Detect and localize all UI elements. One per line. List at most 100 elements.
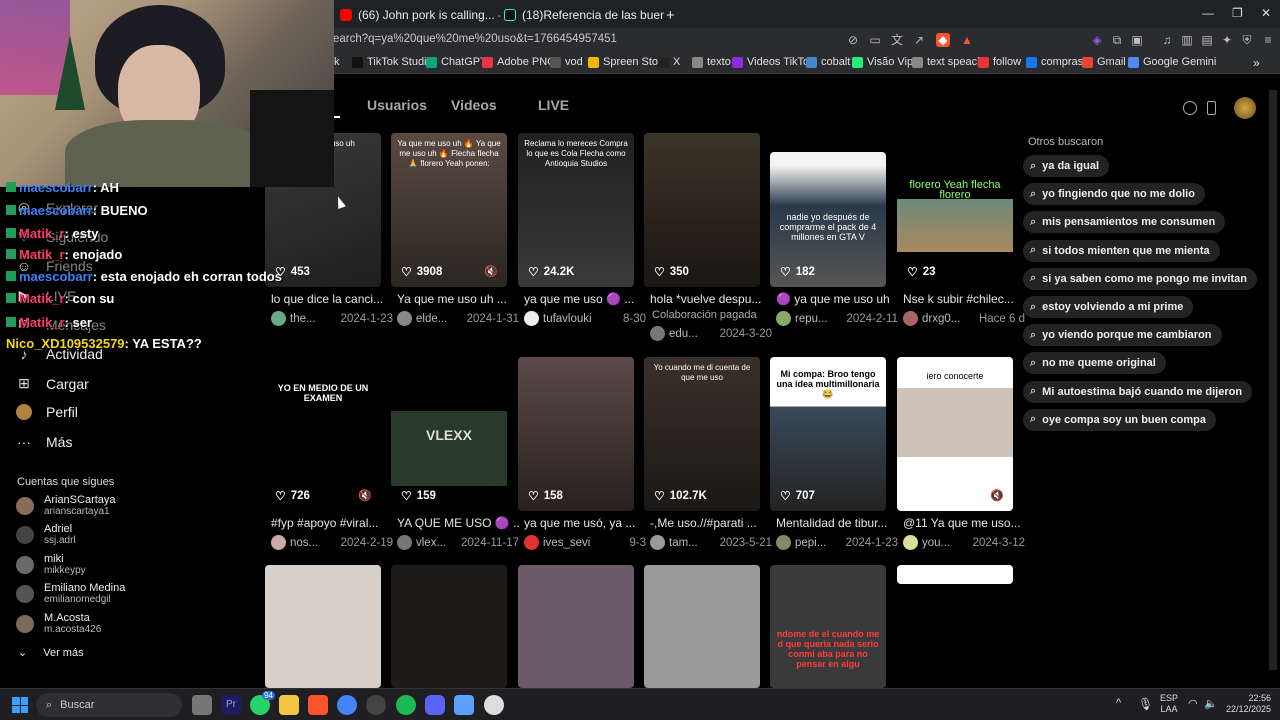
cast-icon[interactable]: ▭: [868, 33, 882, 47]
sidebar-item-perfil[interactable]: ● Perfil: [16, 404, 78, 420]
author-name[interactable]: pepi...: [795, 537, 826, 549]
author-name[interactable]: you...: [922, 537, 950, 549]
bookmark-item[interactable]: text speach: [912, 56, 983, 68]
video-card[interactable]: nadie yo después de comprarme el pack de…: [770, 152, 886, 287]
extension-icon[interactable]: ◈: [1090, 33, 1104, 47]
music-icon[interactable]: ♫: [1160, 33, 1174, 47]
search-suggestion[interactable]: ⌕ Mi autoestima bajó cuando me dijeron: [1023, 380, 1253, 403]
author-avatar[interactable]: [397, 535, 412, 550]
author-name[interactable]: vlex...: [416, 537, 446, 549]
mute-icon[interactable]: 🔇: [990, 489, 1004, 502]
notepad-icon[interactable]: [454, 695, 474, 715]
bookmark-item[interactable]: Gmail: [1082, 56, 1126, 68]
search-suggestion[interactable]: ⌕ estoy volviendo a mi prime: [1023, 296, 1194, 318]
tab-tiktok[interactable]: (18)Referencia de las buenas | TikTok: [504, 4, 664, 26]
tab-usuarios[interactable]: Usuarios: [367, 97, 427, 113]
tab-live[interactable]: LIVE: [538, 97, 569, 113]
author-name[interactable]: drxg0...: [922, 313, 960, 325]
video-card[interactable]: [518, 565, 634, 688]
app-icon[interactable]: [484, 695, 504, 715]
bookmark-item[interactable]: Videos TikTok: [732, 56, 815, 68]
files-icon[interactable]: [192, 695, 212, 715]
video-caption[interactable]: Mentalidad de tibur...: [776, 516, 898, 530]
author-avatar[interactable]: [271, 311, 286, 326]
reader-icon[interactable]: ⊘: [846, 33, 860, 47]
vpn-icon[interactable]: ⛨: [1240, 33, 1254, 47]
following-item[interactable]: Adriel ssj.adrl: [16, 523, 76, 546]
author-avatar[interactable]: [650, 535, 665, 550]
author-avatar[interactable]: [776, 535, 791, 550]
author-name[interactable]: repu...: [795, 313, 828, 325]
coin-icon[interactable]: [1183, 101, 1197, 115]
search-suggestion[interactable]: ⌕ yo viendo porque me cambiaron: [1023, 324, 1222, 347]
author-name[interactable]: edu...: [669, 328, 698, 340]
video-card[interactable]: [644, 565, 760, 688]
see-more-button[interactable]: ⌄ Ver más: [18, 646, 84, 660]
author-avatar[interactable]: [650, 326, 665, 341]
author-avatar[interactable]: [776, 311, 791, 326]
taskbar-search[interactable]: ⌕ Buscar: [36, 693, 182, 717]
author-avatar[interactable]: [524, 311, 539, 326]
microphone-icon[interactable]: 🎙: [1138, 697, 1153, 711]
brave-rewards-icon[interactable]: ▲: [960, 33, 974, 47]
url-input[interactable]: earch?q=ya%20que%20me%20uso&t=1766454957…: [333, 33, 617, 45]
video-card[interactable]: ndome de el cuando me d que queria nada …: [770, 565, 886, 688]
bookmark-item[interactable]: vod: [550, 56, 583, 68]
search-suggestion[interactable]: ⌕ no me queme original: [1023, 352, 1166, 375]
translate-icon[interactable]: 文: [890, 33, 904, 47]
bookmark-item[interactable]: follow: [978, 56, 1021, 68]
new-tab-button[interactable]: +: [666, 4, 675, 26]
premiere-icon[interactable]: Pr: [221, 695, 241, 715]
screenshot-icon[interactable]: ▣: [1130, 33, 1144, 47]
bookmark-item[interactable]: cobalt: [806, 56, 850, 68]
video-card[interactable]: ♡ 350: [644, 133, 760, 287]
bookmark-item[interactable]: Visão Vip: [852, 56, 913, 68]
folder-icon[interactable]: [279, 695, 299, 715]
share-icon[interactable]: ↗: [912, 33, 926, 47]
author-name[interactable]: ives_sevi: [543, 537, 590, 549]
tab-videos[interactable]: Videos: [451, 97, 497, 113]
sidebar-item-cargar[interactable]: ⊞ Cargar: [16, 375, 89, 392]
video-caption[interactable]: Nse k subir #chilec...: [903, 292, 1025, 306]
search-suggestion[interactable]: ⌕ si ya saben como me pongo me invitan: [1023, 267, 1257, 290]
language-indicator[interactable]: ESP LAA: [1160, 693, 1178, 715]
video-caption[interactable]: ya que me uso 🟣 ...: [524, 292, 646, 306]
video-caption[interactable]: YA QUE ME USO 🟣 ...: [397, 516, 519, 530]
more-bookmarks-icon[interactable]: »: [1253, 56, 1260, 70]
brave-icon[interactable]: [308, 695, 328, 715]
video-card[interactable]: ♡ 158: [518, 357, 634, 511]
video-card[interactable]: YO EN MEDIO DE UN EXAMEN ♡ 726 🔇: [265, 357, 381, 511]
device-icon[interactable]: [1207, 101, 1216, 115]
video-caption[interactable]: -,Me uso.//#parati ...: [650, 516, 772, 530]
spotify-icon[interactable]: [396, 695, 416, 715]
bookmark-item[interactable]: Adobe PNG: [482, 56, 556, 68]
search-suggestion[interactable]: ⌕ si todos mienten que me mienta: [1023, 239, 1220, 262]
menu-icon[interactable]: ≡: [1261, 33, 1275, 47]
search-suggestion[interactable]: ⌕ ya da igual: [1023, 155, 1110, 177]
obs-icon[interactable]: [366, 695, 386, 715]
brave-shield-icon[interactable]: ◆: [936, 33, 950, 47]
chrome-icon[interactable]: [337, 695, 357, 715]
tab-youtube[interactable]: (66) John pork is calling... - YouTube: [340, 4, 500, 26]
video-card[interactable]: Ya que me uso uh 🔥 Ya que me uso uh 🔥 Fl…: [391, 133, 507, 287]
video-caption[interactable]: lo que dice la canci...: [271, 292, 393, 306]
following-item[interactable]: M.Acosta m.acosta426: [16, 612, 101, 635]
following-item[interactable]: miki mikkeypy: [16, 553, 86, 576]
bookmark-item[interactable]: Google Gemini: [1128, 56, 1216, 68]
search-suggestion[interactable]: ⌕ oye compa soy un buen compa: [1023, 408, 1216, 431]
author-avatar[interactable]: [271, 535, 286, 550]
maximize-icon[interactable]: ❐: [1232, 6, 1243, 20]
tray-chevron-icon[interactable]: ^: [1116, 697, 1121, 709]
search-suggestion[interactable]: ⌕ yo fingiendo que no me dolio: [1023, 183, 1205, 206]
video-card[interactable]: florero Yeah flecha florero ♡ 23: [897, 170, 1013, 287]
video-caption[interactable]: 🟣 ya que me uso uh: [776, 292, 898, 306]
video-caption[interactable]: ya que me usó, ya ...: [524, 516, 646, 530]
author-avatar[interactable]: [903, 311, 918, 326]
author-name[interactable]: elde...: [416, 313, 447, 325]
mute-icon[interactable]: 🔇: [358, 489, 372, 502]
windows-start-icon[interactable]: [12, 697, 28, 713]
sidebar-item-ms[interactable]: ··· Más: [16, 434, 72, 450]
bookmark-item[interactable]: Spreen Store: [588, 56, 668, 68]
author-name[interactable]: nos...: [290, 537, 318, 549]
video-card[interactable]: [897, 565, 1013, 584]
